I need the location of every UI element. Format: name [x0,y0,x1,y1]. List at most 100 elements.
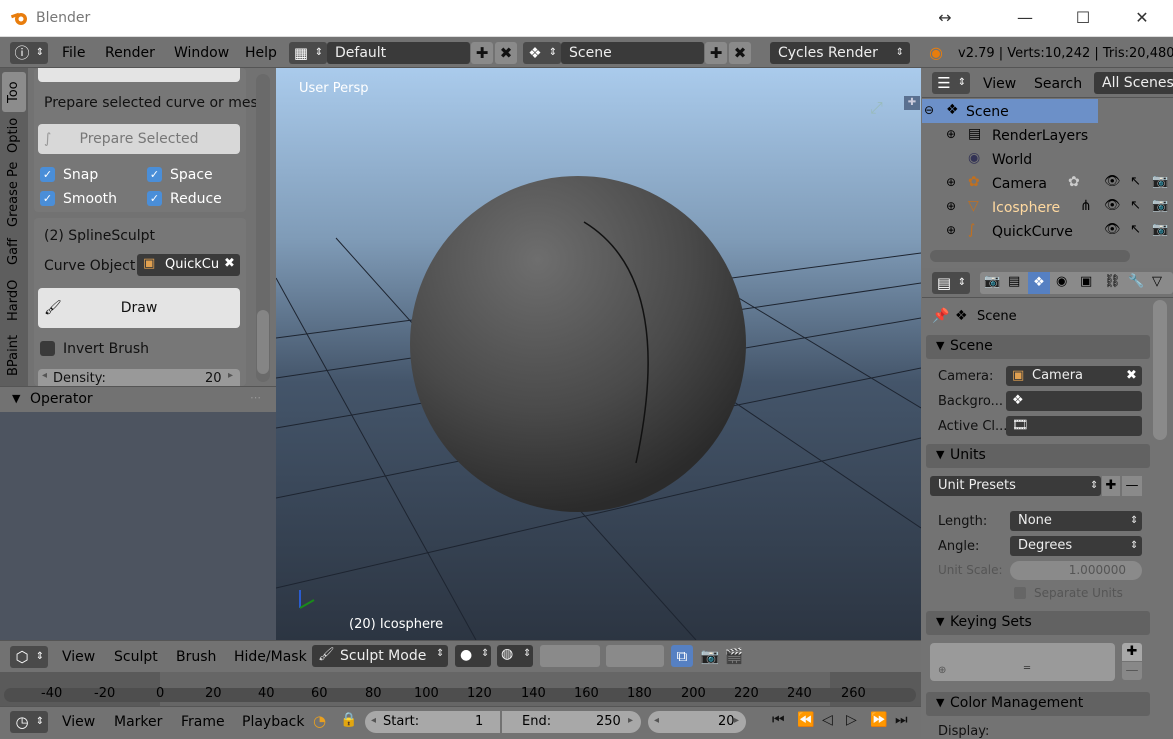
layer-buttons-a[interactable] [540,645,600,667]
keying-sets-list[interactable]: ⊕ ═ [930,643,1115,681]
length-dropdown[interactable]: None ⇕ [1010,511,1142,531]
tab-gaff[interactable]: Gaff [2,232,26,272]
camera-field[interactable]: ▣ Camera ✖ [1006,366,1142,386]
constraints-tab-icon[interactable]: ⛓ [1104,274,1121,289]
properties-scrollbar[interactable] [1153,300,1167,440]
prepare-selected-button[interactable]: ∫ Prepare Selected [38,124,240,154]
collapse-icon[interactable]: ⊖ [924,103,934,117]
render-animation-icon[interactable]: 🎬 [723,645,745,667]
decrement-icon[interactable]: ◂ [654,715,659,726]
object-tab-icon[interactable]: ▣ [1080,274,1092,289]
keying-sets-panel-header[interactable]: ▼ Keying Sets [926,611,1150,635]
increment-icon[interactable]: ▸ [628,715,633,726]
pivot-dropdown[interactable]: ◍ ⇕ [497,645,533,667]
toggle-sidebar-icon[interactable]: ✚ [904,96,920,110]
modifiers-tab-icon[interactable]: 🔧 [1128,274,1144,289]
timeline-strip[interactable]: -40 -20 0 20 40 60 80 100 120 140 160 18… [0,672,921,706]
current-frame-field[interactable]: ◂ 20 ▸ [648,711,746,733]
tab-options[interactable]: Optio [2,114,26,156]
resize-grip-icon[interactable]: ═ [1024,663,1030,674]
jump-start-icon[interactable]: ⏮ [772,712,785,728]
camera-data-icon[interactable]: ✿ [1068,174,1080,190]
tab-tools[interactable]: Too [2,72,26,112]
snap-checkbox[interactable]: ✓ [40,167,55,182]
data-tab-icon[interactable]: ▽ [1152,274,1162,289]
drag-handle-icon[interactable]: ⋯ [250,391,261,404]
end-frame-field[interactable]: End: 250 ▸ [502,711,641,733]
outliner-filter-dropdown[interactable]: All Scenes [1094,72,1173,94]
visibility-eye-icon[interactable]: 👁 [1104,222,1121,237]
cutoff-button[interactable] [38,68,240,82]
remove-preset-icon[interactable]: — [1122,476,1142,496]
menu-view[interactable]: View [62,649,95,665]
editor-type-timeline-button[interactable]: ◷ ⇕ [10,711,48,733]
density-slider[interactable]: ◂ Density: 20 ▸ [38,369,240,386]
editor-type-properties-button[interactable]: ▤ ⇕ [932,272,970,294]
outliner-menu-view[interactable]: View [983,76,1016,92]
expand-icon[interactable]: ⊕ [946,199,956,213]
tab-grease-pencil[interactable]: Grease Pe [2,158,26,230]
layer-buttons-b[interactable] [606,645,664,667]
pin-icon[interactable]: 📌 [932,308,949,324]
render-camera-icon[interactable]: 📷 [1152,174,1168,189]
unit-scale-field[interactable]: 1.000000 [1010,561,1142,580]
decrement-icon[interactable]: ◂ [371,715,376,726]
timeline-menu-marker[interactable]: Marker [114,714,162,730]
timeline-menu-view[interactable]: View [62,714,95,730]
scene-name-field[interactable]: Scene [561,42,704,64]
increment-icon[interactable]: ▸ [228,370,233,381]
menu-file[interactable]: File [62,45,85,61]
add-preset-icon[interactable]: ✚ [1102,476,1120,496]
visibility-eye-icon[interactable]: 👁 [1104,174,1121,189]
layout-name-field[interactable]: Default [327,42,470,64]
background-field[interactable]: ❖ [1006,391,1142,411]
close-button[interactable]: ✕ [1122,4,1162,32]
play-icon[interactable]: ▷ [846,712,857,728]
angle-dropdown[interactable]: Degrees ⇕ [1010,536,1142,556]
render-camera-icon[interactable]: 📷 [1152,198,1168,213]
jump-keyframe-forward-icon[interactable]: ⏩ [870,712,887,728]
shading-dropdown[interactable]: ● ⇕ [455,645,491,667]
outliner-row-renderlayers[interactable]: ⊕ ▤ RenderLayers [922,124,1157,148]
render-tab-icon[interactable]: 📷 [984,274,1000,289]
menu-help[interactable]: Help [245,45,277,61]
preview-range-icon[interactable]: ◔ [313,712,326,730]
expand-icon[interactable]: ⊕ [946,175,956,189]
mode-dropdown[interactable]: 🖌 Sculpt Mode ⇕ [312,645,448,667]
maximize-button[interactable]: ☐ [1063,4,1103,32]
color-management-panel-header[interactable]: ▼ Color Management [926,692,1150,716]
select-cursor-icon[interactable]: ↖ [1130,222,1141,237]
remove-keyingset-icon[interactable]: — [1122,662,1142,680]
timeline-menu-playback[interactable]: Playback [242,714,304,730]
scene-selector[interactable]: ❖ ⇕ [523,42,561,64]
minimize-button[interactable]: — [1005,4,1045,32]
add-scene-icon[interactable]: ✚ [705,42,727,64]
remove-layout-icon[interactable]: ✖ [495,42,517,64]
select-cursor-icon[interactable]: ↖ [1130,198,1141,213]
renderlayer-tab-icon[interactable]: ▤ [1008,274,1020,289]
clear-field-icon[interactable]: ✖ [1126,366,1137,386]
space-checkbox[interactable]: ✓ [147,167,162,182]
render-image-icon[interactable]: 📷 [699,645,721,667]
lock-camera-icon[interactable]: ⧉ [671,645,693,667]
timeline-menu-frame[interactable]: Frame [181,714,225,730]
tab-hardops[interactable]: HardO [2,274,26,326]
draw-button[interactable]: 🖌 Draw [38,288,240,328]
increment-icon[interactable]: ▸ [734,715,739,726]
clear-field-icon[interactable]: ✖ [224,256,235,271]
invert-brush-checkbox[interactable] [40,341,55,356]
outliner-menu-search[interactable]: Search [1034,76,1082,92]
menu-brush[interactable]: Brush [176,649,216,665]
unit-presets-dropdown[interactable]: Unit Presets ⇕ [930,476,1101,496]
active-clip-field[interactable]: 🎞 [1006,416,1142,436]
scene-panel-header[interactable]: ▼ Scene [926,335,1150,359]
expand-icon[interactable]: ⊕ [946,127,956,141]
add-keyingset-icon[interactable]: ✚ [1122,643,1142,661]
screen-layout-selector[interactable]: ▦ ⇕ [289,42,327,64]
tab-bpaint[interactable]: BPaint [2,328,26,382]
remove-scene-icon[interactable]: ✖ [729,42,751,64]
add-layout-icon[interactable]: ✚ [471,42,493,64]
scene-tab-icon[interactable]: ❖ [1028,272,1050,294]
jump-end-icon[interactable]: ⏭ [895,712,908,728]
separate-units-checkbox[interactable] [1014,587,1026,599]
